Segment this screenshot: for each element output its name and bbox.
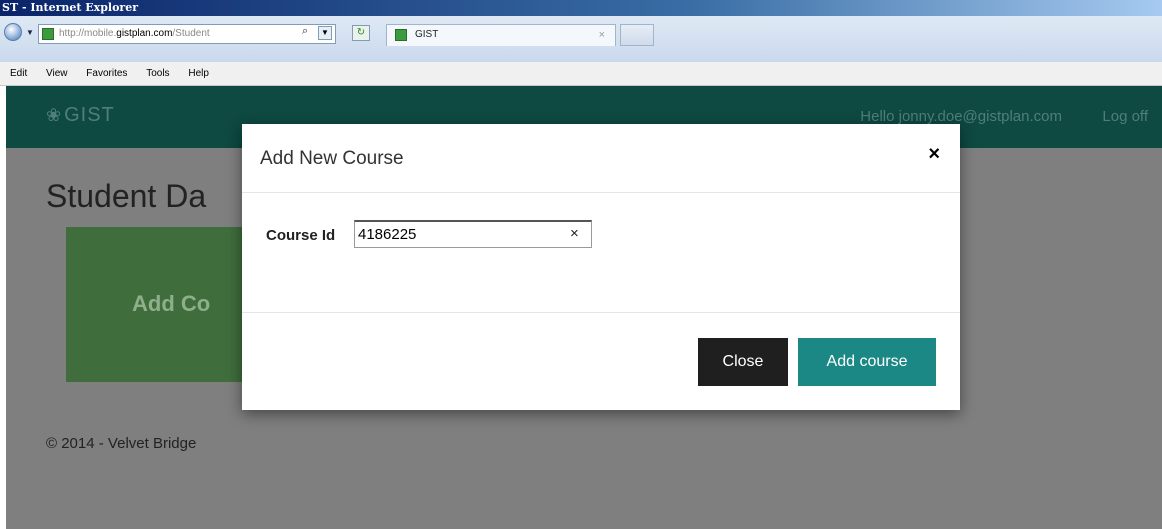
add-course-modal: Add New Course × Course Id × Close Add c… (242, 124, 960, 410)
course-id-input[interactable] (354, 220, 592, 248)
menu-view[interactable]: View (46, 68, 68, 79)
menu-help[interactable]: Help (188, 68, 209, 79)
brand-logo-icon: ❀ (46, 105, 63, 125)
tab-favicon-icon (395, 29, 407, 41)
page-title: Student Da (46, 178, 207, 214)
address-host: gistplan.com (116, 28, 173, 39)
window-title: ST - Internet Explorer (0, 0, 1162, 16)
modal-title: Add New Course (260, 148, 404, 169)
menu-tools[interactable]: Tools (146, 68, 169, 79)
user-greeting[interactable]: Hello jonny.doe@gistplan.com (860, 108, 1062, 125)
back-button[interactable] (4, 23, 22, 41)
add-course-tile[interactable]: Add Co (66, 227, 266, 382)
browser-tab[interactable]: GIST × (386, 24, 616, 46)
address-prefix: http://mobile. (59, 28, 117, 39)
modal-footer-divider (242, 312, 960, 313)
search-icon[interactable]: ⌕ (302, 25, 308, 38)
course-id-label: Course Id (266, 227, 336, 244)
address-path: /Student (172, 28, 210, 39)
menu-favorites[interactable]: Favorites (86, 68, 127, 79)
clear-input-icon[interactable]: × (570, 225, 579, 242)
menu-edit[interactable]: Edit (10, 68, 27, 79)
modal-header-divider (242, 192, 960, 193)
tab-close-icon[interactable]: × (599, 25, 605, 45)
close-icon[interactable]: × (928, 143, 940, 166)
site-favicon-icon (42, 28, 54, 40)
close-button[interactable]: Close (698, 338, 788, 386)
history-dropdown-icon[interactable]: ▼ (26, 28, 34, 37)
brand-name: GIST (64, 104, 115, 126)
address-bar[interactable]: http://mobile.gistplan.com/Student (38, 24, 336, 44)
add-course-button[interactable]: Add course (798, 338, 936, 386)
site-brand[interactable]: ❀ GIST (46, 104, 115, 127)
refresh-icon[interactable]: ↻ (352, 25, 370, 41)
new-tab-button[interactable] (620, 24, 654, 46)
footer-copyright: © 2014 - Velvet Bridge (46, 435, 197, 452)
logoff-link[interactable]: Log off (1102, 108, 1148, 125)
browser-toolbar: ▼ http://mobile.gistplan.com/Student ⌕ ▼… (0, 16, 1162, 62)
menu-bar: Edit View Favorites Tools Help (0, 62, 1162, 86)
tab-label: GIST (415, 29, 439, 40)
address-dropdown-icon[interactable]: ▼ (318, 26, 332, 40)
add-course-tile-label: Add Co (132, 291, 211, 316)
